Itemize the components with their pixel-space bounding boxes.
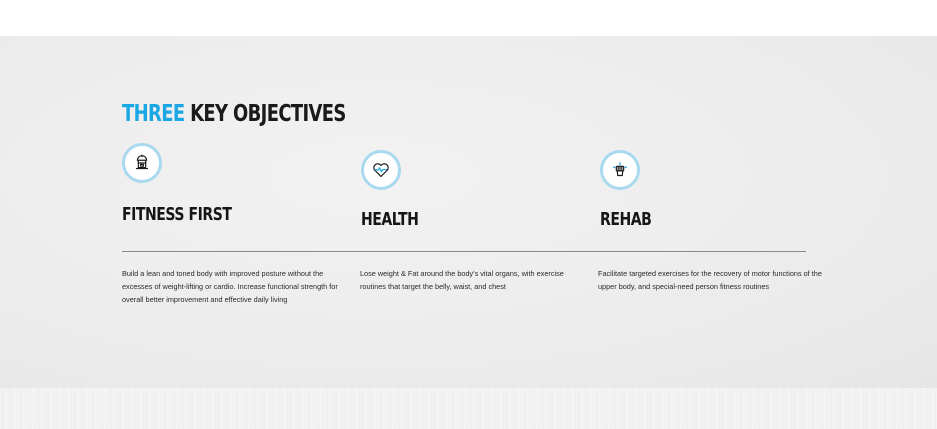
section-heading: THREE KEY OBJECTIVES xyxy=(122,100,346,128)
heading-accent: THREE xyxy=(122,101,185,127)
rehab-icon xyxy=(600,150,640,190)
objective-desc-fitness: Build a lean and toned body with improve… xyxy=(122,269,338,304)
objective-title-health: HEALTH xyxy=(361,209,419,230)
objective-desc-rehab: Facilitate targeted exercises for the re… xyxy=(598,269,822,291)
fitness-machine-icon xyxy=(122,143,162,183)
objective-desc-health: Lose weight & Fat around the body's vita… xyxy=(360,269,564,291)
top-whitespace xyxy=(0,0,937,36)
heart-pulse-icon xyxy=(361,150,401,190)
section-divider xyxy=(122,251,806,252)
bottom-texture-band xyxy=(0,388,937,429)
objective-title-rehab: REHAB xyxy=(600,209,652,230)
heading-rest: KEY OBJECTIVES xyxy=(184,101,346,127)
objective-title-fitness: FITNESS FIRST xyxy=(122,204,232,225)
